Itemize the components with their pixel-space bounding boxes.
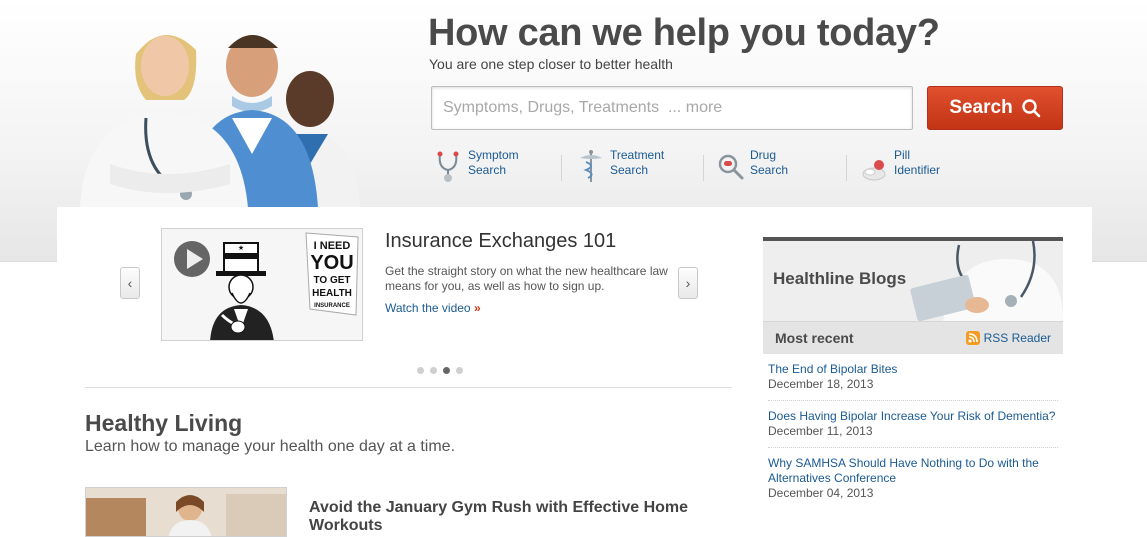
search-input[interactable] — [431, 86, 913, 130]
treatment-search-line1: Treatment — [610, 148, 665, 162]
hero-subtitle: You are one step closer to better health — [429, 56, 673, 72]
chevron-right-icon: › — [685, 275, 691, 291]
slider-next-button[interactable]: › — [678, 267, 698, 299]
symptom-search-line2: Search — [468, 163, 507, 177]
symptom-search-link[interactable]: Symptom Search — [434, 148, 519, 184]
drug-search-line1: Drug — [750, 148, 777, 162]
slider-dot[interactable] — [430, 367, 437, 374]
watch-video-label: Watch the video — [385, 301, 471, 315]
article-thumbnail[interactable] — [85, 487, 287, 537]
poster-line-1: I NEED — [314, 240, 351, 252]
slider-dot[interactable] — [456, 367, 463, 374]
play-icon — [174, 241, 210, 277]
blog-post: The End of Bipolar Bites December 18, 20… — [768, 362, 1058, 401]
blog-post-title[interactable]: Does Having Bipolar Increase Your Risk o… — [768, 409, 1058, 424]
blog-recent-bar: Most recent RSS Reader — [763, 321, 1063, 354]
blog-post: Does Having Bipolar Increase Your Risk o… — [768, 409, 1058, 448]
poster-line-2: YOU — [310, 252, 353, 274]
video-thumbnail[interactable]: ★ I NEED YOU TO GET HEALTH INSURANCE — [161, 228, 363, 341]
slider-dot[interactable] — [417, 367, 424, 374]
blog-post-date: December 11, 2013 — [768, 424, 873, 438]
rss-icon — [965, 331, 980, 345]
watch-video-link[interactable]: Watch the video » — [385, 301, 481, 315]
poster-line-4: HEALTH — [312, 288, 352, 299]
slider-pagination — [417, 367, 463, 374]
blog-title: Healthline Blogs — [773, 269, 907, 288]
pill-identifier-line1: Pill — [894, 148, 911, 162]
blog-post-date: December 18, 2013 — [768, 377, 874, 391]
uncle-sam-illustration: ★ I NEED YOU TO GET HEALTH INSURANCE — [162, 229, 362, 340]
slider-dot-active[interactable] — [443, 367, 450, 374]
caduceus-icon — [580, 150, 602, 182]
divider — [846, 155, 847, 181]
doctors-photo — [80, 34, 360, 208]
workout-photo — [86, 488, 286, 536]
rss-reader-label: RSS Reader — [983, 331, 1051, 345]
blog-widget: Healthline Blogs Most recent RSS Reader … — [763, 237, 1063, 517]
drug-search-link[interactable]: Drug Search — [716, 148, 788, 184]
symptom-search-line1: Symptom — [468, 148, 519, 162]
blog-post-title[interactable]: The End of Bipolar Bites — [768, 362, 1058, 377]
blog-post-date: December 04, 2013 — [768, 486, 874, 500]
double-chevron-icon: » — [473, 301, 481, 315]
blog-post-title[interactable]: Why SAMHSA Should Have Nothing to Do wit… — [768, 456, 1058, 486]
slide-description: Get the straight story on what the new h… — [385, 264, 668, 293]
healthy-living-subtitle: Learn how to manage your health one day … — [85, 438, 456, 455]
drug-search-line2: Search — [750, 163, 789, 177]
most-recent-label: Most recent — [775, 330, 854, 346]
rss-reader-link[interactable]: RSS Reader — [965, 331, 1051, 345]
divider — [561, 155, 562, 181]
svg-text:★: ★ — [238, 244, 244, 252]
search-button[interactable]: Search — [927, 86, 1063, 130]
stethoscope-icon — [437, 151, 459, 182]
pill-identifier-link[interactable]: Pill Identifier — [860, 148, 940, 184]
poster-line-3: TO GET — [313, 275, 350, 286]
hero-title: How can we help you today? — [428, 12, 940, 54]
pill-icon — [862, 160, 886, 181]
blog-post-list: The End of Bipolar Bites December 18, 20… — [763, 354, 1063, 509]
slider-prev-button[interactable]: ‹ — [120, 267, 140, 299]
slide-title: Insurance Exchanges 101 — [385, 230, 617, 252]
treatment-search-link[interactable]: Treatment Search — [576, 148, 664, 184]
section-divider — [85, 387, 732, 388]
magnifier-pill-icon — [718, 154, 744, 180]
search-button-label: Search — [949, 97, 1013, 118]
pill-identifier-line2: Identifier — [894, 163, 941, 177]
chevron-left-icon: ‹ — [127, 275, 133, 291]
poster-line-5: INSURANCE — [314, 303, 350, 309]
divider — [703, 155, 704, 181]
blog-post: Why SAMHSA Should Have Nothing to Do wit… — [768, 456, 1058, 509]
healthy-living-heading: Healthy Living — [85, 410, 243, 436]
blog-banner: Healthline Blogs — [763, 241, 1063, 321]
treatment-search-line2: Search — [610, 163, 649, 177]
article-title-link[interactable]: Avoid the January Gym Rush with Effectiv… — [309, 499, 729, 535]
search-icon — [1021, 99, 1040, 118]
